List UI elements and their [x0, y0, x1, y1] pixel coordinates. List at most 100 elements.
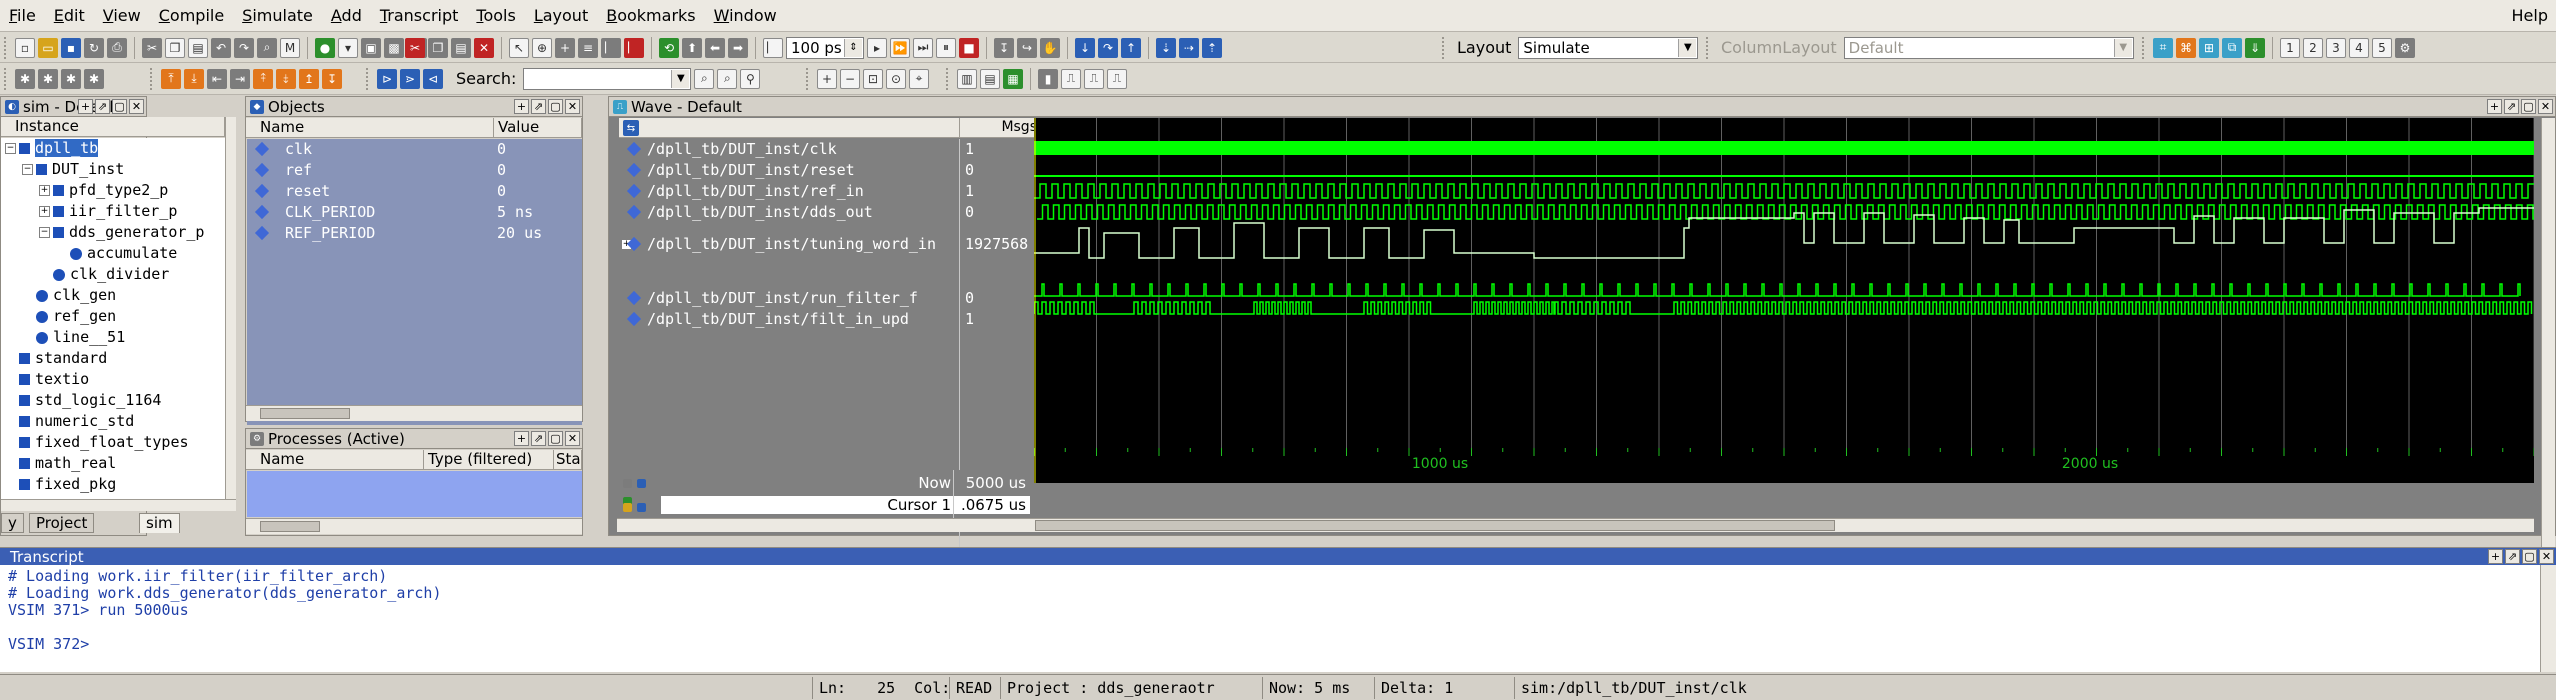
wave-vscrollbar[interactable]: [2541, 118, 2555, 562]
close-icon[interactable]: ✕: [2539, 549, 2554, 564]
back-icon[interactable]: ⬅: [705, 37, 725, 58]
coverage-2-icon[interactable]: ✱: [38, 68, 58, 89]
step-out-icon[interactable]: ↑: [1121, 37, 1141, 58]
find-icon[interactable]: ⌕: [257, 37, 277, 58]
cut-icon[interactable]: ✂: [142, 37, 162, 58]
zoom-icon[interactable]: [623, 479, 632, 488]
tree-item[interactable]: − dds_generator_p: [1, 222, 204, 243]
wave-format-icon[interactable]: ⌗: [2153, 37, 2173, 58]
paste-wave-icon[interactable]: ▤: [451, 37, 471, 58]
step-back-out-icon[interactable]: ⇡: [1202, 37, 1222, 58]
tree-item[interactable]: std_logic_1164: [1, 390, 161, 411]
wave-group-icon[interactable]: ⊞: [2199, 37, 2219, 58]
stop-icon[interactable]: ■: [959, 37, 979, 58]
chevron-down-icon[interactable]: ▼: [1678, 38, 1697, 57]
wave-hscroll-thumb[interactable]: [1035, 520, 1835, 531]
toolbar-grip[interactable]: [1442, 36, 1446, 59]
expand-icon[interactable]: +: [39, 206, 50, 217]
pin-icon[interactable]: +: [514, 431, 529, 446]
tree-item[interactable]: fixed_pkg: [1, 474, 116, 495]
cursor-add-icon[interactable]: [636, 479, 646, 488]
maximize-icon[interactable]: ▢: [548, 99, 563, 114]
wave-radix-icon[interactable]: ⌘: [2176, 37, 2196, 58]
search-input[interactable]: ▼: [523, 67, 692, 90]
tree-item[interactable]: line__51: [1, 327, 125, 348]
menu-view[interactable]: View: [94, 0, 150, 32]
objects-name-header[interactable]: Name: [246, 118, 494, 138]
window-4-icon[interactable]: 4: [2349, 37, 2369, 58]
up-icon[interactable]: ⬆: [682, 37, 702, 58]
pin-icon[interactable]: +: [514, 99, 529, 114]
edge-first-icon[interactable]: ⇤: [207, 68, 227, 89]
continue-run-icon[interactable]: ⏩: [890, 37, 910, 58]
tab-project[interactable]: Project: [29, 513, 95, 533]
step-back-over-icon[interactable]: ⇢: [1179, 37, 1199, 58]
run-icon[interactable]: ▸: [867, 37, 887, 58]
menu-layout[interactable]: Layout: [525, 0, 597, 32]
wave-signal-row[interactable]: /dpll_tb/DUT_inst/run_filter_f 0: [619, 288, 1051, 309]
processes-type-header[interactable]: Type (filtered): [424, 450, 554, 470]
edge-find-next-icon[interactable]: ⤈: [276, 68, 296, 89]
close-icon[interactable]: ✕: [565, 431, 580, 446]
signal-edge-icon[interactable]: ⎍: [1061, 68, 1081, 89]
objects-hscroll-thumb[interactable]: [260, 408, 350, 419]
spin-icon[interactable]: ⇕: [844, 38, 862, 57]
maximize-icon[interactable]: ▢: [2522, 549, 2537, 564]
zoom-full-icon[interactable]: ⊡: [863, 68, 883, 89]
wave-signal-row[interactable]: +/dpll_tb/DUT_inst/tuning_word_in1927568: [619, 234, 1051, 255]
undock-icon[interactable]: ⇗: [95, 99, 110, 114]
processes-hscroll-thumb[interactable]: [260, 521, 320, 532]
menu-file[interactable]: File: [0, 0, 45, 32]
wave-signal-row[interactable]: /dpll_tb/DUT_inst/reset 0: [619, 160, 1051, 181]
print-icon[interactable]: ⎙: [107, 37, 127, 58]
processes-hscrollbar[interactable]: [246, 518, 582, 534]
chevron-down-icon[interactable]: ▼: [2113, 38, 2132, 57]
window-2-icon[interactable]: 2: [2303, 37, 2323, 58]
zoom-out-icon[interactable]: −: [840, 68, 860, 89]
edge-up-icon[interactable]: ↥: [299, 68, 319, 89]
signal-step-icon[interactable]: ⎍: [1107, 68, 1127, 89]
instance-column-header[interactable]: Instance: [1, 117, 225, 137]
paste-icon[interactable]: ▤: [188, 37, 208, 58]
pin-icon[interactable]: +: [2487, 99, 2502, 114]
reload-icon[interactable]: ↻: [84, 37, 104, 58]
run-length-icon[interactable]: ⎸: [763, 37, 783, 58]
zoom-range-icon[interactable]: ⌖: [909, 68, 929, 89]
tree-item[interactable]: ref_gen: [1, 306, 116, 327]
tree-item[interactable]: numeric_std: [1, 411, 134, 432]
edge-find-icon[interactable]: ⤉: [253, 68, 273, 89]
transcript-console[interactable]: # Loading work.iir_filter(iir_filter_arc…: [0, 565, 2540, 672]
toolbar-grip[interactable]: [946, 67, 950, 90]
compile-all-icon[interactable]: ▾: [338, 37, 358, 58]
wave-save-icon[interactable]: ⇓: [2245, 37, 2265, 58]
toolbar-grip[interactable]: [2142, 36, 2146, 59]
tree-item[interactable]: + iir_filter_p: [1, 201, 177, 222]
search-icon[interactable]: ⌕: [694, 68, 715, 89]
instance-hscrollbar[interactable]: [1, 499, 236, 511]
hand-icon[interactable]: ✋: [1040, 37, 1060, 58]
tab-y[interactable]: y: [1, 513, 24, 533]
add-wave-icon[interactable]: +: [555, 37, 575, 58]
tree-item[interactable]: − dpll_tb: [1, 138, 99, 159]
save-icon[interactable]: ▪: [61, 37, 81, 58]
tree-item[interactable]: + pfd_type2_p: [1, 180, 168, 201]
tree-item[interactable]: clk_gen: [1, 285, 116, 306]
copy-icon[interactable]: ❐: [165, 37, 185, 58]
mark-icon[interactable]: M: [280, 37, 300, 58]
toolbar-grip[interactable]: [4, 67, 8, 90]
zoom-cursor-icon[interactable]: ⊙: [886, 68, 906, 89]
transcript-vscrollbar[interactable]: [2540, 565, 2556, 672]
wave-signal-row[interactable]: /dpll_tb/DUT_inst/ref_in 1: [619, 181, 1051, 202]
toolbar-grip[interactable]: [4, 36, 8, 59]
tree-item[interactable]: textio: [1, 369, 89, 390]
objects-value-header[interactable]: Value: [494, 118, 582, 138]
step-icon[interactable]: ↧: [994, 37, 1014, 58]
signal-pulse-icon[interactable]: ⎍: [1084, 68, 1104, 89]
simulate-icon[interactable]: ▣: [361, 37, 381, 58]
collapse-icon[interactable]: −: [5, 143, 16, 154]
expand-icon[interactable]: +: [39, 185, 50, 196]
insert-cursor-icon[interactable]: ⎸: [601, 37, 621, 58]
collapse-icon[interactable]: −: [22, 164, 33, 175]
menu-help[interactable]: Help: [2512, 0, 2548, 32]
restart-icon[interactable]: ⟲: [659, 37, 679, 58]
